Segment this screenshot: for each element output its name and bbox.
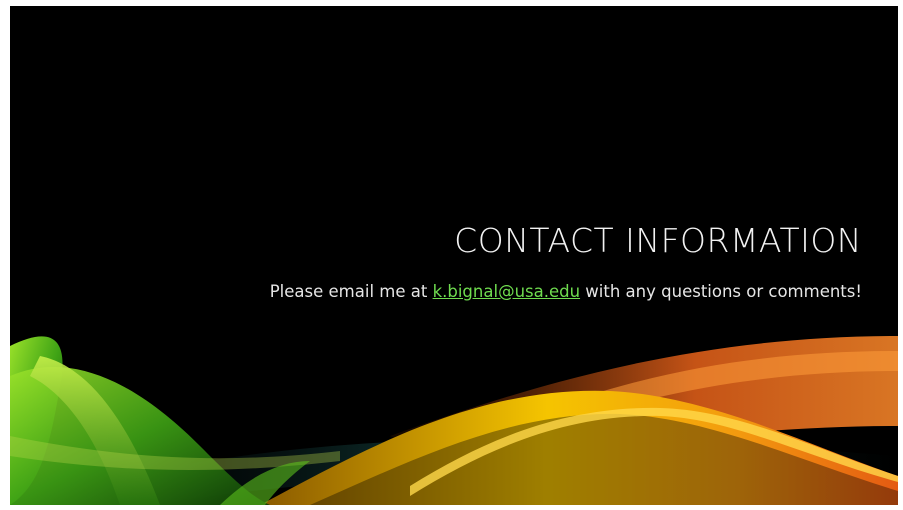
slide: CONTACT INFORMATION Please email me at k… (10, 6, 898, 505)
slide-body-text: Please email me at k.bignal@usa.edu with… (270, 282, 862, 301)
body-suffix: with any questions or comments! (580, 282, 862, 301)
body-prefix: Please email me at (269, 282, 433, 301)
slide-title: CONTACT INFORMATION (454, 221, 862, 260)
email-link[interactable]: k.bignal@usa.edu (433, 282, 580, 301)
